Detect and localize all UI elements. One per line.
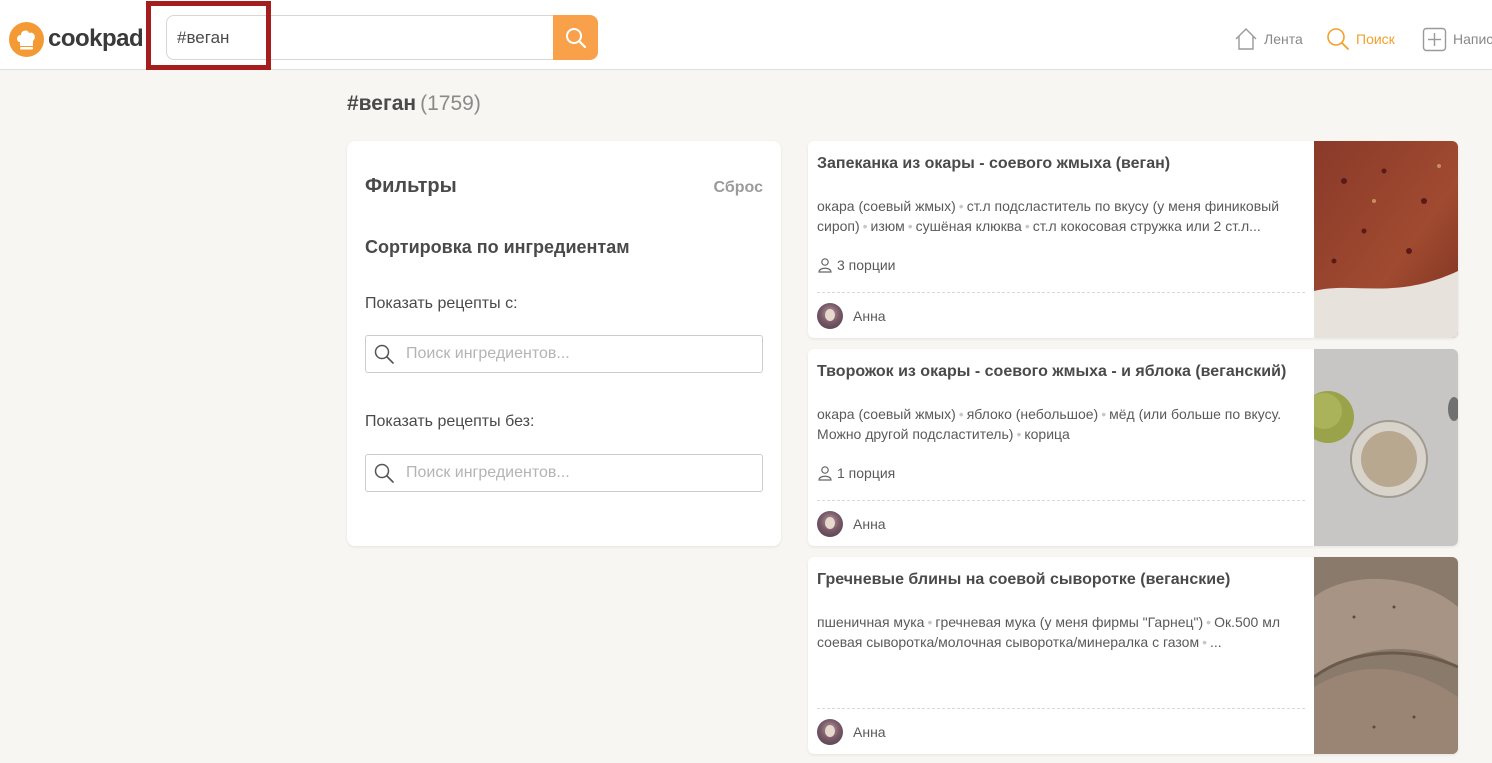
ingredient: окара (соевый жмых) bbox=[817, 406, 956, 422]
chef-hat-icon bbox=[9, 21, 44, 57]
avatar bbox=[817, 719, 843, 745]
include-ingredients-placeholder: Поиск ингредиентов... bbox=[406, 345, 570, 362]
recipe-card[interactable]: Гречневые блины на соевой сыворотке (вег… bbox=[808, 557, 1458, 754]
divider bbox=[817, 500, 1305, 501]
nav-search-label: Поиск bbox=[1356, 31, 1395, 47]
search-button[interactable] bbox=[553, 15, 598, 60]
recipe-card[interactable]: Запеканка из окары - соевого жмыха (вега… bbox=[808, 141, 1458, 338]
servings-text: 1 порция bbox=[837, 465, 896, 481]
divider bbox=[817, 292, 1305, 293]
top-strip bbox=[0, 0, 1492, 7]
search-icon bbox=[1327, 28, 1349, 50]
page-title-tag: #веган bbox=[347, 92, 417, 115]
servings-text: 3 порции bbox=[837, 257, 896, 273]
nav-write[interactable]: Напис bbox=[1422, 25, 1492, 53]
ingredient: гречневая мука (у меня фирмы "Гарнец") bbox=[935, 614, 1204, 630]
sort-by-ingredients-title: Сортировка по ингредиентам bbox=[365, 237, 630, 257]
search-icon bbox=[374, 344, 394, 364]
recipe-ingredients: окара (соевый жмых) • ст.л подсластитель п… bbox=[817, 198, 1280, 234]
recipe-title[interactable]: Гречневые блины на соевой сыворотке (вег… bbox=[817, 571, 1307, 589]
recipe-servings: 1 порция bbox=[817, 465, 895, 481]
ingredient: ... bbox=[1210, 634, 1222, 650]
search-input[interactable]: #веган bbox=[166, 15, 554, 60]
page-title: #веган (1759) bbox=[347, 92, 481, 116]
nav-feed[interactable]: Лента bbox=[1234, 25, 1303, 53]
home-icon bbox=[1235, 28, 1257, 50]
ingredient: ст.л кокосовая стружка или 2 ст.л... bbox=[1032, 218, 1261, 234]
exclude-ingredients-label: Показать рецепты без: bbox=[365, 413, 535, 430]
recipe-photo[interactable] bbox=[1314, 557, 1458, 754]
avatar bbox=[817, 511, 843, 537]
author-name: Анна bbox=[853, 516, 886, 532]
plus-icon bbox=[1422, 27, 1447, 51]
recipe-title[interactable]: Запеканка из окары - соевого жмыха (вега… bbox=[817, 155, 1307, 173]
recipe-photo[interactable] bbox=[1314, 141, 1458, 338]
exclude-ingredients-input[interactable]: Поиск ингредиентов... bbox=[365, 454, 763, 492]
ingredient: сушёная клюква bbox=[915, 218, 1022, 234]
recipe-author[interactable]: Анна bbox=[817, 719, 886, 745]
reset-filters-button[interactable]: Сброс bbox=[714, 179, 763, 197]
search-icon bbox=[565, 27, 586, 48]
search-input-value: #веган bbox=[177, 27, 230, 47]
result-count: (1759) bbox=[420, 92, 481, 115]
nav-write-label: Напис bbox=[1453, 31, 1492, 47]
nav-search[interactable]: Поиск bbox=[1326, 25, 1395, 53]
recipe-servings: 3 порции bbox=[817, 257, 896, 273]
author-name: Анна bbox=[853, 724, 886, 740]
avatar bbox=[817, 303, 843, 329]
site-header: cookpad #веган Лента Поиск Напис bbox=[0, 1, 1492, 70]
recipe-ingredients: окара (соевый жмых) • яблоко (небольшое) • м… bbox=[817, 406, 1282, 442]
ingredient: изюм bbox=[870, 218, 905, 234]
include-ingredients-input[interactable]: Поиск ингредиентов... bbox=[365, 335, 763, 373]
search-icon bbox=[374, 463, 394, 483]
recipe-title[interactable]: Творожок из окары - соевого жмыха - и яб… bbox=[817, 363, 1307, 381]
divider bbox=[817, 708, 1305, 709]
person-icon bbox=[818, 258, 832, 273]
ingredient: корица bbox=[1024, 426, 1070, 442]
filters-panel: Фильтры Сброс Сортировка по ингредиентам… bbox=[347, 141, 781, 546]
recipe-author[interactable]: Анна bbox=[817, 511, 886, 537]
recipe-author[interactable]: Анна bbox=[817, 303, 886, 329]
cookpad-logo[interactable]: cookpad bbox=[9, 21, 144, 57]
nav-feed-label: Лента bbox=[1264, 31, 1303, 47]
recipe-ingredients: пшеничная мука • гречневая мука (у меня фи… bbox=[817, 614, 1281, 650]
recipe-photo[interactable] bbox=[1314, 349, 1458, 546]
author-name: Анна bbox=[853, 308, 886, 324]
recipe-card[interactable]: Творожок из окары - соевого жмыха - и яб… bbox=[808, 349, 1458, 546]
ingredient: окара (соевый жмых) bbox=[817, 198, 956, 214]
ingredient: яблоко (небольшое) bbox=[966, 406, 1099, 422]
logo-text: cookpad bbox=[48, 25, 144, 52]
filters-title: Фильтры bbox=[365, 175, 457, 197]
ingredient: пшеничная мука bbox=[817, 614, 925, 630]
exclude-ingredients-placeholder: Поиск ингредиентов... bbox=[406, 464, 570, 481]
include-ingredients-label: Показать рецепты с: bbox=[365, 295, 518, 312]
person-icon bbox=[818, 466, 832, 481]
